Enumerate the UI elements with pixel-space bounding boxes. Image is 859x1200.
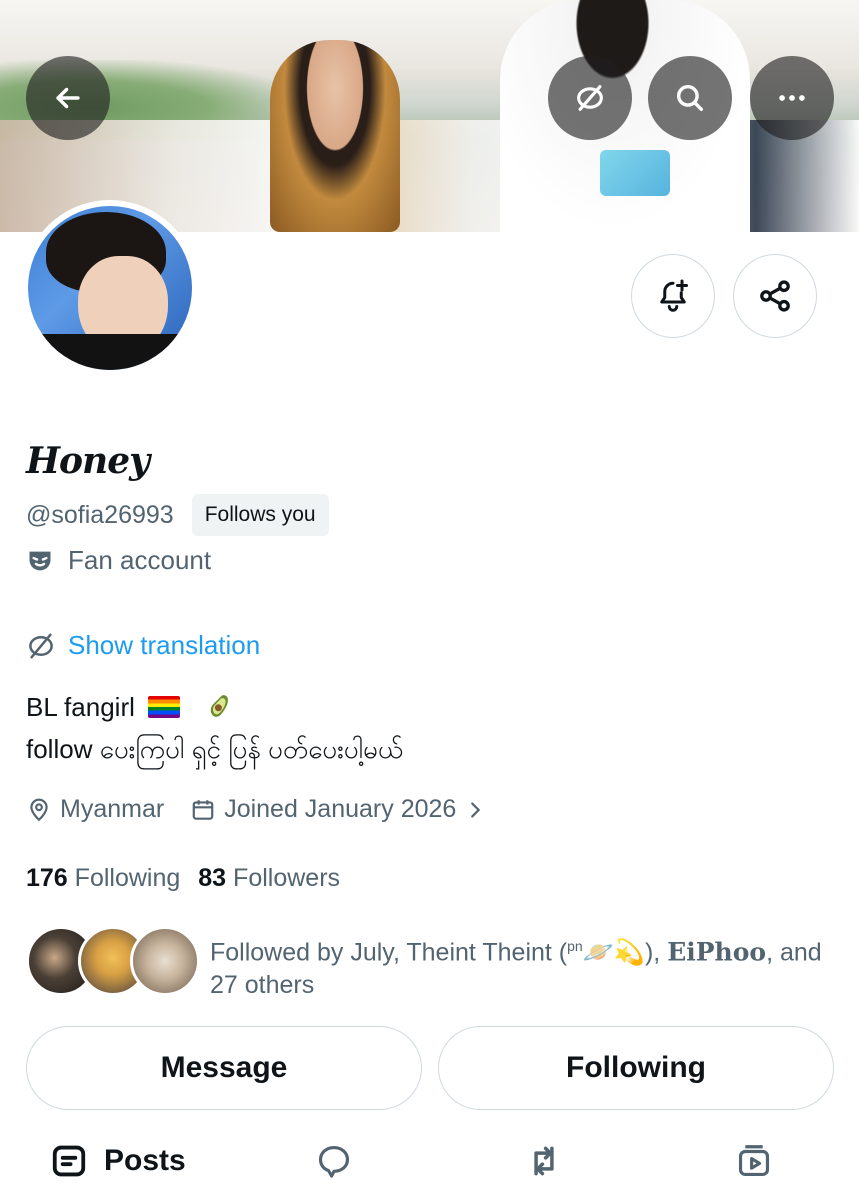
back-button[interactable] [26, 56, 110, 140]
bio-line-1: BL fangirl [26, 686, 403, 728]
followed-by-mid: ), [644, 938, 668, 967]
show-translation-label[interactable]: Show translation [68, 630, 260, 661]
calendar-icon [192, 799, 214, 820]
search-button[interactable] [648, 56, 732, 140]
bio: BL fangirl follow ပေးကြပါ ရှင့် ပြန် ပတ်… [26, 686, 403, 770]
tab-media[interactable] [735, 1130, 773, 1192]
follows-you-badge: Follows you [191, 494, 329, 536]
banner-shirt-logo [600, 150, 670, 196]
translate-icon [29, 633, 53, 658]
more-button[interactable] [750, 56, 834, 140]
tab-posts-label: Posts [104, 1144, 186, 1177]
location-pin-icon [30, 798, 48, 821]
message-button[interactable]: Message [26, 1026, 422, 1110]
media-icon [738, 1145, 770, 1177]
tab-reposts[interactable] [525, 1130, 563, 1192]
category-row: Fan account [26, 545, 211, 576]
translate-icon [577, 85, 603, 111]
arrow-left-icon [56, 87, 80, 109]
followed-by-text: Followed by July, Theint Theint (pn🪐💫), … [210, 930, 846, 1002]
show-translation-link[interactable]: Show translation [26, 630, 260, 661]
followed-by-prefix: Followed by July, Theint Theint ( [210, 938, 568, 967]
translate-button[interactable] [548, 56, 632, 140]
joined-label: Joined January 2026 [224, 795, 457, 823]
banner-person-left [270, 40, 400, 232]
following-label: Following [74, 864, 181, 892]
followed-by-section[interactable]: Followed by July, Theint Theint (pn🪐💫), … [26, 926, 846, 999]
bio-text-1: BL fangirl [26, 692, 135, 722]
followers-label: Followers [233, 864, 341, 892]
following-count: 176 [26, 864, 68, 892]
profile-meta: Myanmar Joined January 2026 [26, 795, 512, 824]
location-label: Myanmar [60, 795, 165, 823]
follow-stats: 176 Following 83 Followers [26, 864, 340, 893]
posts-icon [52, 1145, 86, 1177]
follower-avatar [130, 926, 200, 996]
category-label: Fan account [68, 545, 212, 575]
followed-by-pn: pn [567, 938, 583, 954]
share-button[interactable] [733, 254, 817, 338]
profile-banner[interactable] [0, 0, 859, 232]
bio-line-2: follow ပေးကြပါ ရှင့် ပြန် ပတ်ပေးပါ့မယ် [26, 734, 404, 764]
profile-avatar[interactable] [22, 200, 198, 376]
followers-stat[interactable]: 83 Followers [198, 864, 340, 893]
search-icon [676, 84, 704, 112]
following-button[interactable]: Following [438, 1026, 834, 1110]
handle-row: @sofia26993 Follows you [26, 494, 329, 536]
repost-icon [534, 1146, 554, 1176]
notifications-button[interactable] [631, 254, 715, 338]
joined-date[interactable]: Joined January 2026 [190, 795, 486, 824]
tab-posts[interactable]: Posts [50, 1130, 186, 1192]
more-horizontal-icon [779, 95, 805, 101]
avatar-image [28, 206, 192, 370]
tab-replies[interactable] [315, 1130, 353, 1192]
location: Myanmar [26, 795, 164, 824]
avocado-icon [211, 695, 229, 717]
followed-by-bold-name: EiPhoo [667, 937, 767, 967]
bell-plus-icon [660, 279, 688, 312]
following-stat[interactable]: 176 Following [26, 864, 180, 893]
profile-tabs: Posts [0, 1130, 859, 1200]
chevron-right-icon [471, 801, 481, 818]
followed-by-emoji: 🪐💫 [582, 938, 645, 967]
rainbow-flag-icon [148, 696, 181, 718]
followers-count: 83 [198, 864, 227, 892]
avatar-shirt [28, 334, 192, 370]
mask-icon [29, 551, 51, 570]
speech-bubble-icon [318, 1145, 350, 1178]
display-name: Honey [26, 440, 150, 482]
user-handle: @sofia26993 [26, 500, 174, 529]
share-icon [760, 280, 790, 312]
